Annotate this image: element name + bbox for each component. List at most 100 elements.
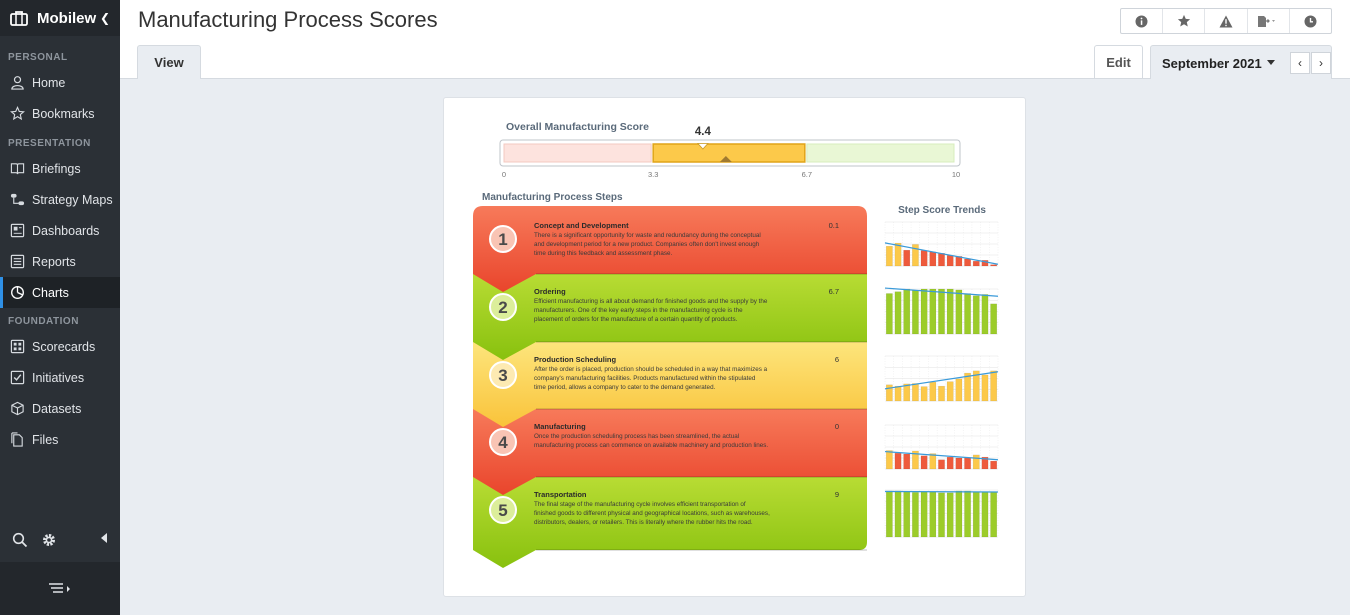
trend-line [884,490,999,493]
info-button[interactable] [1121,9,1164,33]
step-description-line: manufacturers. One of the key early step… [534,307,743,314]
trend-bar [920,250,928,267]
page-title: Manufacturing Process Scores [138,7,438,32]
cube-icon [9,401,25,417]
export-button[interactable] [1248,9,1290,33]
bookmark-button[interactable] [1163,9,1206,33]
sidebar-item-label: Briefings [32,161,81,176]
sidebar-item-reports[interactable]: Reports [0,246,120,277]
sidebar-item-label: Bookmarks [32,106,95,121]
section-label-foundation: FOUNDATION [8,316,79,327]
section-label-presentation: PRESENTATION [8,138,91,149]
trend-bar [955,289,963,335]
trend-bar [894,385,902,402]
gear-icon[interactable] [41,532,57,548]
previous-period-button[interactable]: ‹ [1290,52,1310,74]
trend-bar [894,291,902,335]
trend-bar [990,303,998,335]
manufacturing-chart: Overall Manufacturing Score 4.40 3.3 6.7 10M… [473,121,999,568]
sidebar: Mobilew ❮ PERSONAL Home Bookmarks PRESEN… [0,0,120,615]
trend-bar [938,385,945,402]
trend-bar [929,491,937,538]
sidebar-item-dashboards[interactable]: Dashboards [0,215,120,246]
sidebar-item-datasets[interactable]: Datasets [0,393,120,424]
trend-bar [920,288,928,335]
user-icon [9,75,25,91]
sidebar-tools [0,528,120,554]
trend-bar [885,245,893,267]
sidebar-footer [0,562,120,615]
sidebar-item-home[interactable]: Home [0,67,120,98]
step-score: 6 [835,355,839,364]
collapse-sidebar-icon[interactable] [101,533,107,543]
info-icon [1135,15,1148,27]
report-icon [9,254,25,270]
trends-title: Step Score Trends [898,205,986,216]
trend-bar [981,294,989,335]
gauge-band-high [806,143,955,163]
chevron-left-icon[interactable]: ❮ [100,11,110,25]
step-number: 1 [498,230,507,249]
trend-bar [929,251,937,267]
sidebar-item-bookmarks[interactable]: Bookmarks [0,98,120,129]
edit-button[interactable]: Edit [1094,45,1143,79]
brand[interactable]: Mobilew ❮ [0,0,120,36]
sidebar-item-strategy-maps[interactable]: Strategy Maps [0,184,120,215]
alert-button[interactable] [1205,9,1248,33]
trend-bar [912,383,919,402]
step-description-line: After the order is placed, production sh… [534,366,768,373]
trend-bar [972,260,980,267]
trend-bar [903,491,911,538]
sidebar-item-briefings[interactable]: Briefings [0,153,120,184]
step-title: Production Scheduling [534,355,617,364]
sidebar-item-label: Strategy Maps [32,192,113,207]
period-selector: September 2021 ‹ › [1150,45,1332,79]
period-label[interactable]: September 2021 [1162,56,1262,71]
trend-bar [894,452,902,470]
trend-bar [903,383,911,402]
trend-bar [955,378,963,402]
sidebar-item-initiatives[interactable]: Initiatives [0,362,120,393]
trend-bar [938,459,945,470]
step-description-line: There is a significant opportunity for w… [534,232,761,239]
sidebar-item-label: Scorecards [32,339,96,354]
star-icon [9,106,25,122]
warning-icon [1219,15,1233,27]
trend-bar [894,490,902,538]
history-button[interactable] [1290,9,1331,33]
search-icon[interactable] [12,532,28,548]
trend-bar [946,456,954,470]
sidebar-item-scorecards[interactable]: Scorecards [0,331,120,362]
trend-bar [885,293,893,335]
tab-view[interactable]: View [137,45,201,79]
caret-down-icon[interactable] [1267,60,1275,65]
step-description-line: Once the production scheduling process h… [534,433,739,440]
trend-bar [903,249,911,267]
chevron-right-icon: › [1319,56,1323,70]
step-number: 2 [498,298,507,317]
sidebar-item-label: Home [32,75,66,90]
trend-bar [990,370,998,402]
next-period-button[interactable]: › [1311,52,1331,74]
page-header: Manufacturing Process Scores View Edit S… [120,0,1350,79]
sidebar-item-files[interactable]: Files [0,424,120,455]
menu-expand-icon[interactable] [47,582,73,596]
gauge-band-low [503,143,652,163]
trend-bar [903,453,911,470]
gauge-title: Overall Manufacturing Score [506,121,649,133]
pie-chart-icon [9,285,25,301]
trend-bar [920,386,928,402]
step-number: 5 [498,501,507,520]
trend-bar [929,453,937,470]
trend-bar [981,374,989,402]
sidebar-item-label: Reports [32,254,76,269]
dashboard-icon [9,223,25,239]
trend-bar [894,242,902,267]
sidebar-item-charts[interactable]: Charts [0,277,120,308]
scorecard-icon [9,339,25,355]
step-score: 0.1 [829,221,839,230]
trend-bar [912,492,919,538]
trend-bar [964,372,971,402]
sidebar-item-label: Dashboards [32,223,100,238]
header-toolbar [1120,8,1332,34]
